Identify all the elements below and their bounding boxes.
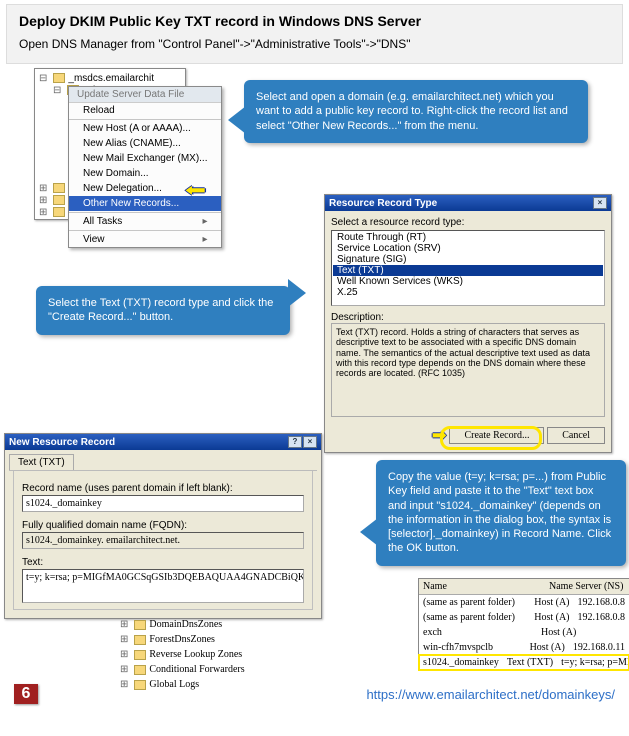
context-menu-item[interactable]: New Mail Exchanger (MX)...	[69, 151, 221, 166]
description-box: Text (TXT) record. Holds a string of cha…	[331, 323, 605, 417]
callout-step1: Select and open a domain (e.g. emailarch…	[244, 80, 588, 143]
record-row[interactable]: exchHost (A)	[419, 625, 629, 640]
tree-item[interactable]: ⊞ DomainDnsZones	[120, 618, 245, 633]
list-item-text-txt[interactable]: Text (TXT)	[333, 265, 603, 276]
tree-item[interactable]: ⊞ Reverse Lookup Zones	[120, 648, 245, 663]
list-item[interactable]: Signature (SIG)	[333, 254, 603, 265]
records-list: Name Name Server (NS) (same as parent fo…	[418, 578, 629, 671]
callout-step3: Copy the value (t=y; k=rsa; p=...) from …	[376, 460, 626, 566]
list-item[interactable]: Route Through (RT)	[333, 232, 603, 243]
context-menu-item[interactable]: Reload	[69, 103, 221, 118]
titlebar: New Resource Record ?×	[5, 434, 321, 450]
create-record-button[interactable]: Create Record...	[449, 427, 544, 444]
tree-item[interactable]: ⊟ _msdcs.emailarchit	[39, 73, 181, 85]
page-number-badge: 6	[14, 684, 38, 704]
tree-item[interactable]: ⊞ ForestDnsZones	[120, 633, 245, 648]
close-icon[interactable]: ×	[303, 436, 317, 448]
records-header: Name Name Server (NS)	[419, 579, 629, 595]
context-menu: Update Server Data File Reload New Host …	[68, 86, 222, 248]
field-label: Record name (uses parent domain if left …	[22, 483, 304, 494]
titlebar: Resource Record Type ×	[325, 195, 611, 211]
context-menu-item[interactable]: View▸	[69, 232, 221, 247]
tab-text-txt[interactable]: Text (TXT)	[9, 454, 74, 470]
help-icon[interactable]: ?	[288, 436, 302, 448]
page-subtitle: Open DNS Manager from "Control Panel"->"…	[19, 37, 610, 51]
context-menu-item[interactable]: New Domain...	[69, 166, 221, 181]
context-menu-item[interactable]: New Host (A or AAAA)...	[69, 121, 221, 136]
record-row-s1024[interactable]: s1024._domainkeyText (TXT)t=y; k=rsa; p=…	[419, 655, 629, 670]
record-row[interactable]: (same as parent folder)Host (A)192.168.0…	[419, 610, 629, 625]
cancel-button[interactable]: Cancel	[547, 427, 605, 444]
context-menu-item[interactable]: All Tasks▸	[69, 214, 221, 229]
list-item[interactable]: X.25	[333, 287, 603, 298]
page-title: Deploy DKIM Public Key TXT record in Win…	[19, 13, 610, 29]
arrow-icon: ➡	[432, 425, 447, 445]
new-resource-record-dialog: New Resource Record ?× Text (TXT) Record…	[4, 433, 322, 619]
resource-record-type-dialog: Resource Record Type × Select a resource…	[324, 194, 612, 453]
callout-step2: Select the Text (TXT) record type and cl…	[36, 286, 290, 335]
record-name-input[interactable]: s1024._domainkey	[22, 495, 304, 512]
page-footer: 6 https://www.emailarchitect.net/domaink…	[4, 684, 625, 704]
dialog-title: Resource Record Type	[329, 198, 437, 209]
text-input[interactable]: t=y; k=rsa; p=MIGfMA0GCSqGSIb3DQEBAQUAA4…	[22, 569, 304, 603]
field-label: Fully qualified domain name (FQDN):	[22, 520, 304, 531]
dns-tree-2: ⊞ DomainDnsZones ⊞ ForestDnsZones ⊞ Reve…	[120, 618, 245, 693]
list-item[interactable]: Service Location (SRV)	[333, 243, 603, 254]
context-menu-title: Update Server Data File	[69, 87, 221, 103]
page-header: Deploy DKIM Public Key TXT record in Win…	[6, 4, 623, 64]
record-row[interactable]: win-cfh7mvspclbHost (A)192.168.0.11	[419, 640, 629, 655]
tree-item[interactable]: ⊞ Conditional Forwarders	[120, 663, 245, 678]
field-label: Description:	[331, 312, 605, 323]
content-stage: ⊟ _msdcs.emailarchit ⊟ _sites ⊞ Reve ⊞ C…	[4, 68, 625, 708]
field-label: Select a resource record type:	[331, 217, 605, 228]
record-type-list[interactable]: Route Through (RT) Service Location (SRV…	[331, 230, 605, 306]
context-menu-item[interactable]: New Alias (CNAME)...	[69, 136, 221, 151]
footer-link[interactable]: https://www.emailarchitect.net/domainkey…	[366, 687, 615, 702]
field-label: Text:	[22, 557, 304, 568]
arrow-icon: ⬅	[185, 180, 206, 201]
close-icon[interactable]: ×	[593, 197, 607, 209]
dialog-title: New Resource Record	[9, 437, 115, 448]
fqdn-display: s1024._domainkey. emailarchitect.net.	[22, 532, 304, 549]
record-row[interactable]: (same as parent folder)Host (A)192.168.0…	[419, 595, 629, 610]
list-item[interactable]: Well Known Services (WKS)	[333, 276, 603, 287]
